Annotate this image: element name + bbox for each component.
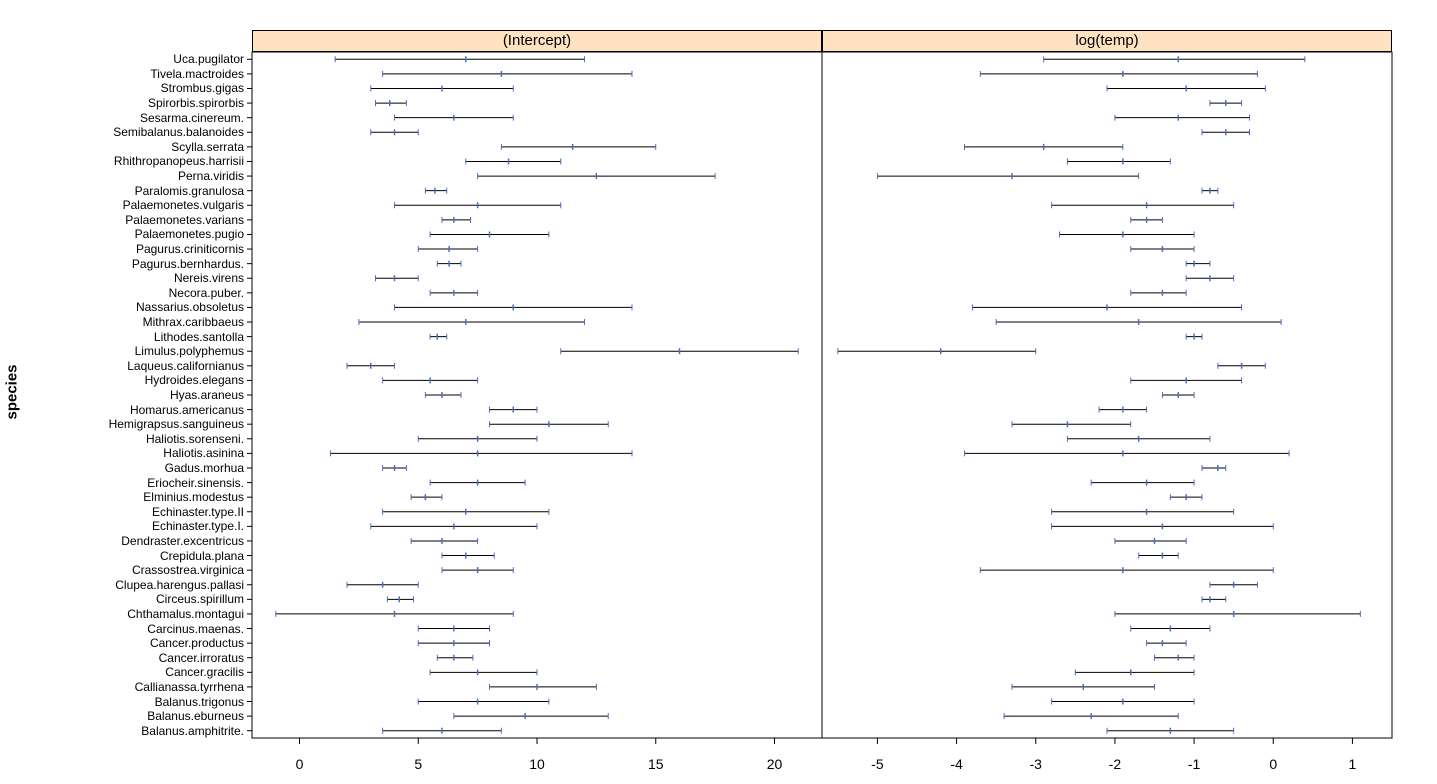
chart-container: species Uca.pugilatorTivela.mactroidesSt… xyxy=(0,0,1437,784)
chart-svg xyxy=(0,0,1437,784)
